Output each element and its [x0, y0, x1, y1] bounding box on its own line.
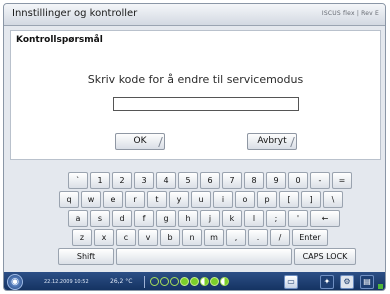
- key-row1.11[interactable]: -: [310, 172, 330, 189]
- key-row2.0[interactable]: q: [59, 191, 79, 208]
- onscreen-keyboard: ` 1 2 3 4 5 6 7 8 9 0- = q w e r t y u i o p[] \ a s d f g h j k l; ' ← z x…: [4, 164, 385, 272]
- key-row1.5[interactable]: 5: [178, 172, 198, 189]
- key-row3.2[interactable]: d: [112, 210, 132, 227]
- key-row3.10[interactable]: ': [288, 210, 308, 227]
- window-title: Innstillinger og kontroller: [12, 8, 138, 19]
- ok-button[interactable]: OK: [115, 133, 165, 150]
- key-row1.3[interactable]: 3: [134, 172, 154, 189]
- key-row2.3[interactable]: r: [125, 191, 145, 208]
- key-row1.4[interactable]: 4: [156, 172, 176, 189]
- status-corner-indicator: [378, 284, 383, 289]
- key-row2.8[interactable]: o: [235, 191, 255, 208]
- key-row1.2[interactable]: 2: [112, 172, 132, 189]
- key-shift_label[interactable]: Shift: [58, 248, 114, 265]
- key-row2.9[interactable]: p: [257, 191, 277, 208]
- key-row3.1[interactable]: s: [90, 210, 110, 227]
- key-row4.10[interactable]: Enter: [292, 229, 328, 246]
- key-row3.5[interactable]: h: [178, 210, 198, 227]
- taskbar: ◉ 22.12.2009 10:52 26,2 °C ▭ ✦ ⚙ ▤: [4, 272, 385, 290]
- key-row2.11[interactable]: ]: [301, 191, 321, 208]
- key-row3.9[interactable]: ;: [266, 210, 286, 227]
- key-space[interactable]: [116, 248, 292, 265]
- key-row4.7[interactable]: ,: [226, 229, 246, 246]
- key-row4.9[interactable]: /: [270, 229, 290, 246]
- clock-datetime: 22.12.2009 10:52: [44, 279, 89, 285]
- key-row3.4[interactable]: g: [156, 210, 176, 227]
- status-dot-icon: [170, 277, 179, 286]
- key-row4.5[interactable]: n: [182, 229, 202, 246]
- key-row2.10[interactable]: [: [279, 191, 299, 208]
- status-dot-icon: [160, 277, 169, 286]
- start-button[interactable]: ◉: [7, 274, 23, 290]
- key-row3.0[interactable]: a: [68, 210, 88, 227]
- title-bar: Innstillinger og kontroller ISCUS flex |…: [4, 4, 385, 26]
- status-dot-icon: [220, 277, 229, 286]
- key-row2.4[interactable]: t: [147, 191, 167, 208]
- status-dot-icon: [190, 277, 199, 286]
- app-window: Innstillinger og kontroller ISCUS flex |…: [3, 3, 386, 291]
- key-row1.8[interactable]: 8: [244, 172, 264, 189]
- taskbar-divider: [144, 276, 145, 288]
- key-row2.2[interactable]: e: [103, 191, 123, 208]
- key-caps_label[interactable]: CAPS LOCK: [294, 248, 356, 265]
- key-row4.2[interactable]: c: [116, 229, 136, 246]
- key-row2.1[interactable]: w: [81, 191, 101, 208]
- key-row2.12[interactable]: \: [323, 191, 343, 208]
- sparkle-icon[interactable]: ✦: [320, 275, 334, 289]
- key-row3.7[interactable]: k: [222, 210, 242, 227]
- key-row4.8[interactable]: .: [248, 229, 268, 246]
- key-row4.1[interactable]: x: [94, 229, 114, 246]
- dialog-heading: Kontrollspørsmål: [16, 35, 103, 45]
- monitor-icon[interactable]: ▭: [284, 275, 298, 289]
- key-row4.6[interactable]: m: [204, 229, 224, 246]
- key-row4.3[interactable]: v: [138, 229, 158, 246]
- status-dot-icon: [200, 277, 209, 286]
- key-row3.11[interactable]: ←: [310, 210, 340, 227]
- key-row1.9[interactable]: 9: [266, 172, 286, 189]
- key-row1.6[interactable]: 6: [200, 172, 220, 189]
- cancel-button[interactable]: Avbryt: [247, 133, 297, 150]
- status-dot-icon: [180, 277, 189, 286]
- key-row1.10[interactable]: 0: [288, 172, 308, 189]
- key-row1.12[interactable]: =: [332, 172, 352, 189]
- key-row3.8[interactable]: l: [244, 210, 264, 227]
- temperature-readout: 26,2 °C: [110, 278, 133, 285]
- key-row4.0[interactable]: z: [72, 229, 92, 246]
- key-row2.6[interactable]: u: [191, 191, 211, 208]
- brand-logo: ISCUS flex | Rev E: [321, 10, 379, 17]
- key-row4.4[interactable]: b: [160, 229, 180, 246]
- key-row3.6[interactable]: j: [200, 210, 220, 227]
- status-dot-icon: [150, 277, 159, 286]
- status-indicators: [150, 277, 229, 287]
- key-row1.7[interactable]: 7: [222, 172, 242, 189]
- key-row1.0[interactable]: `: [68, 172, 88, 189]
- key-row2.7[interactable]: i: [213, 191, 233, 208]
- code-input[interactable]: [113, 97, 299, 111]
- flag-icon[interactable]: ▤: [360, 275, 374, 289]
- key-row2.5[interactable]: y: [169, 191, 189, 208]
- dialog-message: Skriv kode for å endre til servicemodus: [87, 73, 304, 86]
- control-question-dialog: Kontrollspørsmål Skriv kode for å endre …: [10, 30, 381, 160]
- status-dot-icon: [210, 277, 219, 286]
- gear-icon[interactable]: ⚙: [340, 275, 354, 289]
- key-row1.1[interactable]: 1: [90, 172, 110, 189]
- key-row3.3[interactable]: f: [134, 210, 154, 227]
